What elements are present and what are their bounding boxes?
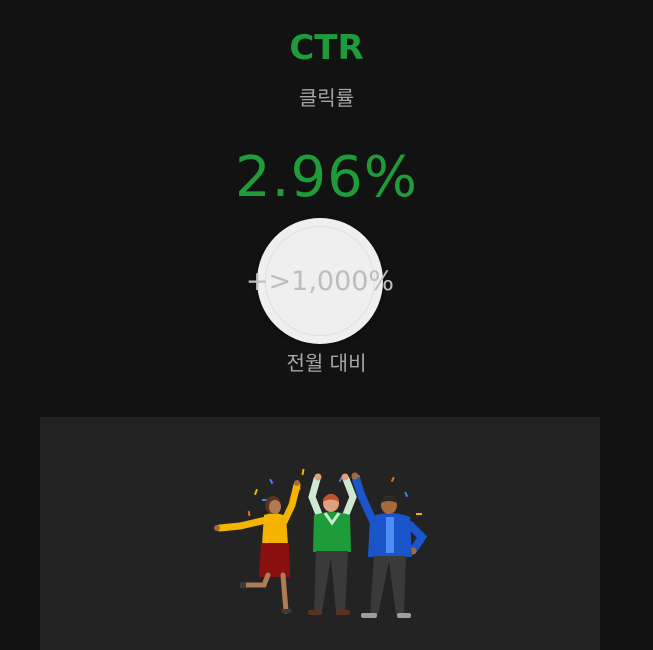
change-label: 전월 대비 <box>286 351 367 375</box>
celebrating-people-illustration <box>214 468 428 618</box>
change-value: +>1,000% <box>245 266 395 297</box>
metric-card: CTR 클릭률 2.96% +>1,000% 전월 대비 <box>0 0 653 650</box>
person-blue-icon <box>351 472 428 618</box>
person-yellow-icon <box>214 480 301 614</box>
metric-subtitle: 클릭률 <box>298 86 355 110</box>
metric-value: 2.96% <box>235 145 418 210</box>
metric-title: CTR <box>289 28 364 68</box>
person-green-icon <box>308 473 357 615</box>
illustration-panel <box>40 417 600 650</box>
